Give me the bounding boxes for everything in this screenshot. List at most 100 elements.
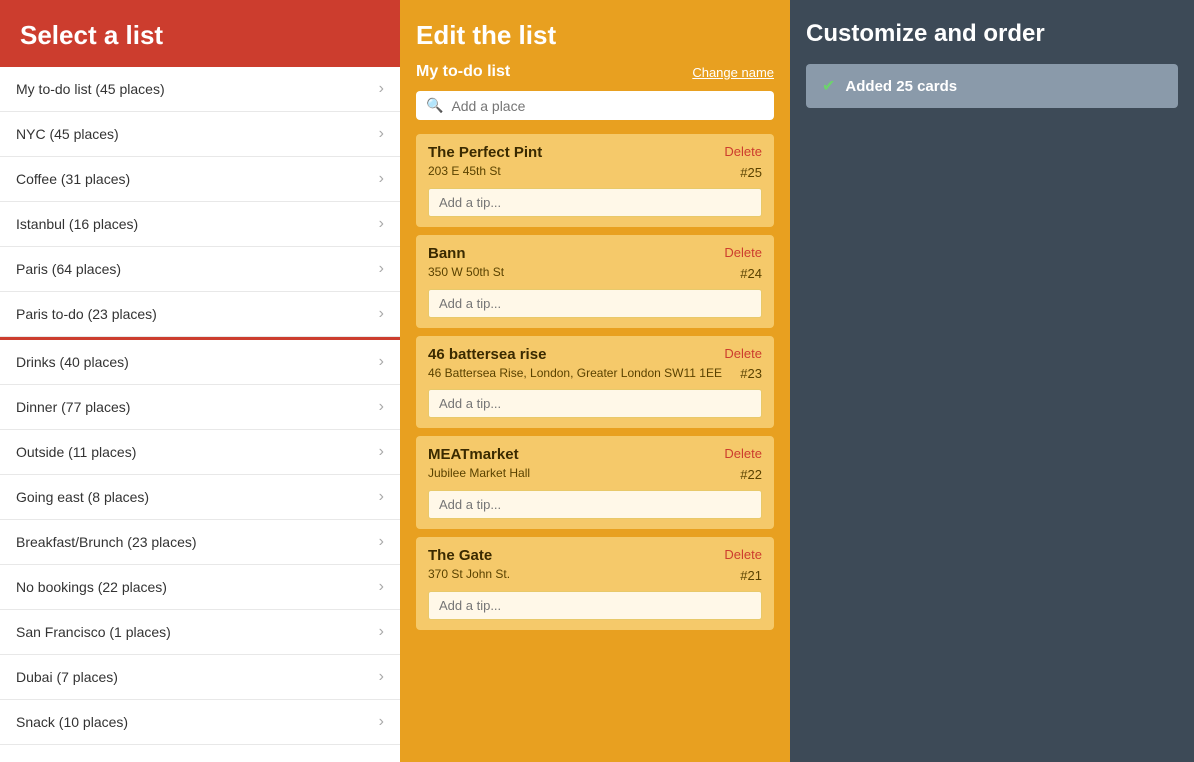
list-item[interactable]: Snack (10 places) › <box>0 700 400 745</box>
list-item-label: Drinks (40 places) <box>16 354 129 370</box>
delete-button[interactable]: Delete <box>724 446 762 461</box>
list-name-row: My to-do list Change name <box>416 63 774 81</box>
place-number: #22 <box>740 467 762 482</box>
delete-button[interactable]: Delete <box>724 245 762 260</box>
place-address: 203 E 45th St <box>428 163 732 180</box>
tip-input[interactable] <box>428 188 762 217</box>
place-card-header: The Gate Delete <box>428 547 762 564</box>
place-meta: 203 E 45th St #25 <box>428 163 762 180</box>
list-item-label: No bookings (22 places) <box>16 579 167 595</box>
middle-panel: Edit the list My to-do list Change name … <box>400 0 790 762</box>
list-item-arrow-icon: › <box>379 668 384 686</box>
search-icon: 🔍 <box>426 97 443 114</box>
tip-input[interactable] <box>428 289 762 318</box>
list-item-label: Outside (11 places) <box>16 444 136 460</box>
list-item[interactable]: San Francisco (1 places) › <box>0 610 400 655</box>
list-item[interactable]: Outside (11 places) › <box>0 430 400 475</box>
list-item-arrow-icon: › <box>379 125 384 143</box>
place-name: The Perfect Pint <box>428 144 542 161</box>
place-name: MEATmarket <box>428 446 519 463</box>
place-card-header: MEATmarket Delete <box>428 446 762 463</box>
place-meta: Jubilee Market Hall #22 <box>428 465 762 482</box>
list-item[interactable]: Drinks (40 places) › <box>0 340 400 385</box>
delete-button[interactable]: Delete <box>724 144 762 159</box>
list-item-arrow-icon: › <box>379 533 384 551</box>
search-bar: 🔍 <box>416 91 774 120</box>
delete-button[interactable]: Delete <box>724 346 762 361</box>
tip-input[interactable] <box>428 389 762 418</box>
list-item[interactable]: Paris to-do (23 places) › <box>0 292 400 337</box>
list-item[interactable]: NYC (45 places) › <box>0 112 400 157</box>
place-card: The Perfect Pint Delete 203 E 45th St #2… <box>416 134 774 227</box>
list-item-label: Snack (10 places) <box>16 714 128 730</box>
list-item-arrow-icon: › <box>379 443 384 461</box>
list-item[interactable]: Coffee (31 places) › <box>0 157 400 202</box>
right-panel: Customize and order ✔ Added 25 cards <box>790 0 1194 762</box>
list-item[interactable]: Party (7 places) › <box>0 745 400 762</box>
list-item-arrow-icon: › <box>379 758 384 762</box>
list-item-label: Breakfast/Brunch (23 places) <box>16 534 197 550</box>
left-panel-title: Select a list <box>0 20 400 67</box>
check-icon: ✔ <box>822 76 835 96</box>
list-item-arrow-icon: › <box>379 305 384 323</box>
tip-input[interactable] <box>428 490 762 519</box>
place-card-header: The Perfect Pint Delete <box>428 144 762 161</box>
list-item-label: Going east (8 places) <box>16 489 149 505</box>
tip-input[interactable] <box>428 591 762 620</box>
change-name-link[interactable]: Change name <box>692 65 774 80</box>
list-item-arrow-icon: › <box>379 623 384 641</box>
added-cards-badge: ✔ Added 25 cards <box>806 64 1178 108</box>
place-card-header: Bann Delete <box>428 245 762 262</box>
place-card: 46 battersea rise Delete 46 Battersea Ri… <box>416 336 774 429</box>
place-card: The Gate Delete 370 St John St. #21 <box>416 537 774 630</box>
place-address: 46 Battersea Rise, London, Greater Londo… <box>428 365 732 382</box>
list-item-arrow-icon: › <box>379 260 384 278</box>
middle-panel-title: Edit the list <box>416 20 774 51</box>
place-card: Bann Delete 350 W 50th St #24 <box>416 235 774 328</box>
list-item[interactable]: Dubai (7 places) › <box>0 655 400 700</box>
left-panel: Select a list My to-do list (45 places) … <box>0 0 400 762</box>
place-meta: 46 Battersea Rise, London, Greater Londo… <box>428 365 762 382</box>
place-name: The Gate <box>428 547 492 564</box>
list-item-arrow-icon: › <box>379 488 384 506</box>
place-meta: 370 St John St. #21 <box>428 566 762 583</box>
list-item-arrow-icon: › <box>379 80 384 98</box>
place-name: 46 battersea rise <box>428 346 546 363</box>
list-item-label: NYC (45 places) <box>16 126 119 142</box>
place-address: 350 W 50th St <box>428 264 732 281</box>
list-item-arrow-icon: › <box>379 215 384 233</box>
list-item-arrow-icon: › <box>379 170 384 188</box>
place-number: #21 <box>740 568 762 583</box>
list-item-label: My to-do list (45 places) <box>16 81 165 97</box>
list-item[interactable]: Breakfast/Brunch (23 places) › <box>0 520 400 565</box>
search-input[interactable] <box>451 98 764 114</box>
list-item[interactable]: My to-do list (45 places) › <box>0 67 400 112</box>
list-item[interactable]: Going east (8 places) › <box>0 475 400 520</box>
list-item[interactable]: Dinner (77 places) › <box>0 385 400 430</box>
list-item-label: Dubai (7 places) <box>16 669 118 685</box>
place-number: #24 <box>740 266 762 281</box>
list-name: My to-do list <box>416 63 510 81</box>
delete-button[interactable]: Delete <box>724 547 762 562</box>
list-item[interactable]: No bookings (22 places) › <box>0 565 400 610</box>
list-item-arrow-icon: › <box>379 353 384 371</box>
list-item[interactable]: Istanbul (16 places) › <box>0 202 400 247</box>
list-item-arrow-icon: › <box>379 713 384 731</box>
added-cards-text: Added 25 cards <box>845 78 957 95</box>
place-number: #23 <box>740 366 762 381</box>
list-items: My to-do list (45 places) › NYC (45 plac… <box>0 67 400 762</box>
list-item-arrow-icon: › <box>379 578 384 596</box>
list-item[interactable]: Paris (64 places) › <box>0 247 400 292</box>
place-meta: 350 W 50th St #24 <box>428 264 762 281</box>
list-item-label: Dinner (77 places) <box>16 399 130 415</box>
place-address: 370 St John St. <box>428 566 732 583</box>
list-item-label: Paris to-do (23 places) <box>16 306 157 322</box>
list-item-label: Istanbul (16 places) <box>16 216 138 232</box>
place-address: Jubilee Market Hall <box>428 465 732 482</box>
place-name: Bann <box>428 245 466 262</box>
place-number: #25 <box>740 165 762 180</box>
right-panel-title: Customize and order <box>806 20 1178 48</box>
list-item-label: Paris (64 places) <box>16 261 121 277</box>
place-card-header: 46 battersea rise Delete <box>428 346 762 363</box>
list-item-label: San Francisco (1 places) <box>16 624 171 640</box>
